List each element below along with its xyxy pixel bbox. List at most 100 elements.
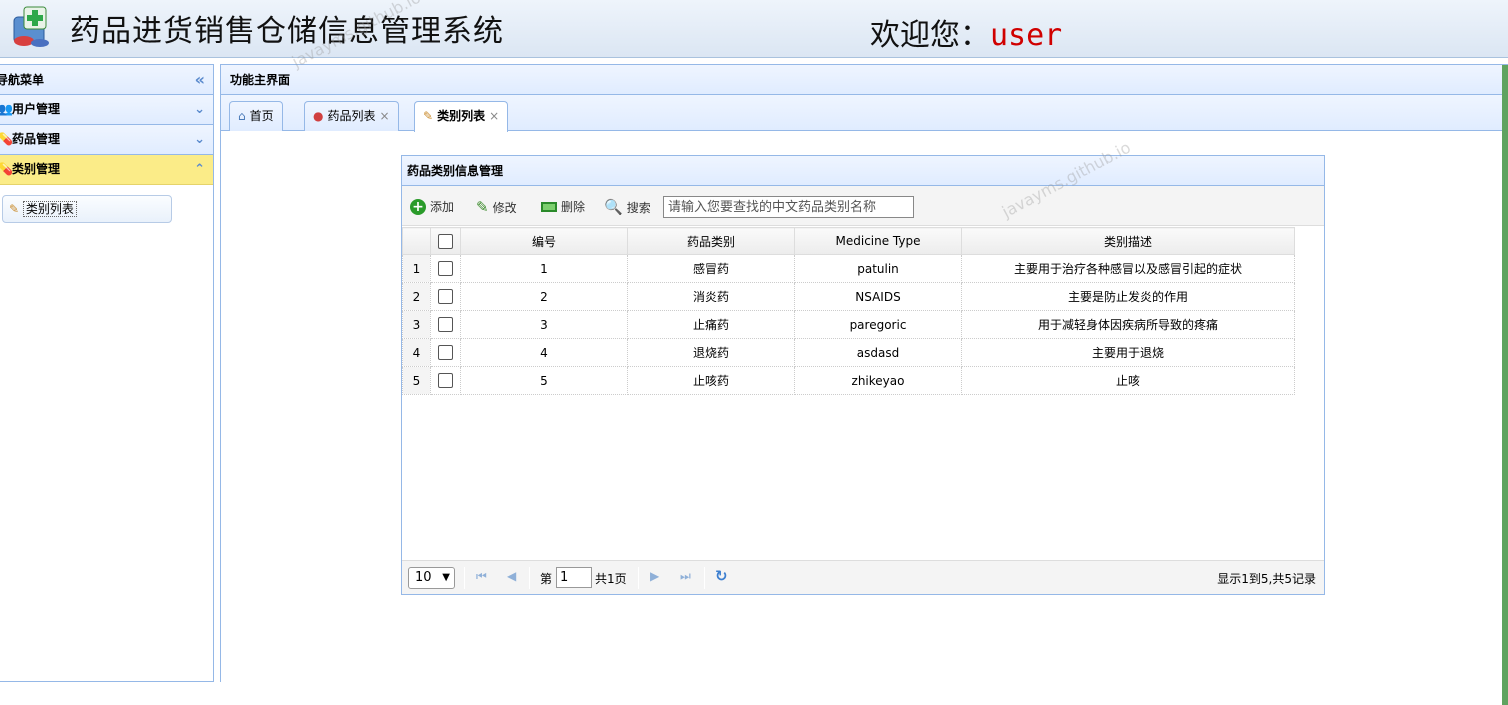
row-checkbox[interactable] bbox=[438, 345, 453, 360]
tab-medicine-list[interactable]: ● 药品列表 × bbox=[304, 101, 399, 131]
row-checkbox-cell bbox=[430, 254, 461, 283]
cell-medicine-type: NSAIDS bbox=[794, 282, 962, 311]
page-size-select[interactable]: 10 ▼ bbox=[408, 567, 455, 589]
column-header-medicine-type[interactable]: Medicine Type bbox=[794, 227, 962, 255]
tab-label: 首页 bbox=[249, 109, 274, 123]
row-checkbox[interactable] bbox=[438, 289, 453, 304]
table-row[interactable]: 1 1 感冒药 patulin 主要用于治疗各种感冒以及感冒引起的症状 bbox=[402, 254, 1295, 283]
next-page-icon[interactable]: ▶ bbox=[650, 569, 659, 583]
tab-home[interactable]: ⌂ 首页 bbox=[229, 101, 283, 131]
main-panel: 功能主界面 ⌂ 首页 ● 药品列表 × ✎ 类别列表 × 药品类别信息管理 + 添加 ✎ 修改… bbox=[220, 64, 1508, 705]
select-all-checkbox[interactable] bbox=[438, 233, 453, 249]
pager-divider bbox=[704, 567, 705, 589]
column-header-id[interactable]: 编号 bbox=[460, 227, 628, 255]
edit-button[interactable]: ✎ 修改 bbox=[476, 196, 517, 218]
nav-item-label: 类别列表 bbox=[22, 201, 77, 217]
prev-page-icon[interactable]: ◀ bbox=[507, 569, 516, 583]
nav-section-users[interactable]: 👥用户管理 ⌄ bbox=[0, 95, 213, 125]
main-panel-title: 功能主界面 bbox=[221, 65, 1508, 95]
pencil-icon: ✎ bbox=[476, 198, 489, 216]
add-button[interactable]: + 添加 bbox=[410, 196, 454, 218]
close-icon[interactable]: × bbox=[380, 109, 390, 123]
grid-title: 药品类别信息管理 bbox=[402, 156, 1324, 186]
close-icon[interactable]: × bbox=[489, 109, 499, 123]
category-datagrid: 药品类别信息管理 + 添加 ✎ 修改 删除 🔍 搜索 请输入您要查找的中文药品类… bbox=[401, 155, 1325, 595]
table-row[interactable]: 4 4 退烧药 asdasd 主要用于退烧 bbox=[402, 338, 1295, 367]
column-header-category[interactable]: 药品类别 bbox=[627, 227, 795, 255]
pager-divider bbox=[638, 567, 639, 589]
pill-icon: 💊 bbox=[0, 132, 13, 146]
expand-chevron-icon[interactable]: ⌄ bbox=[194, 125, 205, 154]
row-checkbox[interactable] bbox=[438, 261, 453, 276]
welcome-label: 欢迎您： bbox=[870, 18, 990, 53]
edit-note-icon: ✎ bbox=[9, 202, 20, 216]
pager-info: 显示1到5,共5记录 bbox=[1217, 572, 1316, 586]
tab-label: 类别列表 bbox=[437, 109, 486, 123]
row-number: 3 bbox=[402, 310, 431, 339]
grid-toolbar: + 添加 ✎ 修改 删除 🔍 搜索 bbox=[402, 186, 1324, 226]
nav-section-label: 类别管理 bbox=[12, 162, 61, 176]
tab-category-list[interactable]: ✎ 类别列表 × bbox=[414, 101, 509, 132]
column-header-description[interactable]: 类别描述 bbox=[961, 227, 1295, 255]
cell-category: 消炎药 bbox=[627, 282, 795, 311]
row-number: 5 bbox=[402, 366, 431, 395]
welcome-text: 欢迎您：user bbox=[870, 10, 1062, 54]
select-all-checkbox-cell bbox=[430, 227, 461, 255]
expand-chevron-icon[interactable]: ⌄ bbox=[194, 95, 205, 124]
cell-id: 4 bbox=[460, 338, 628, 367]
cell-description: 主要是防止发炎的作用 bbox=[961, 282, 1295, 311]
app-header: 药品进货销售仓储信息管理系统 欢迎您：user bbox=[0, 0, 1508, 58]
nav-item-category-list[interactable]: ✎ 类别列表 bbox=[2, 195, 172, 223]
cell-id: 3 bbox=[460, 310, 628, 339]
page-number-input[interactable]: 1 bbox=[556, 567, 592, 588]
scrollbar[interactable] bbox=[1502, 65, 1508, 705]
page-size-value: 10 bbox=[415, 570, 432, 585]
table-row[interactable]: 2 2 消炎药 NSAIDS 主要是防止发炎的作用 bbox=[402, 282, 1295, 311]
medicine-logo-icon bbox=[13, 6, 49, 47]
tab-label: 药品列表 bbox=[327, 109, 376, 123]
add-icon: + bbox=[410, 199, 426, 215]
grid-pager: 10 ▼ ⏮ ◀ 第 1 共1页 ▶ ⏭ ↻ 显示1到5,共5记录 bbox=[402, 560, 1324, 594]
pills-icon: ● bbox=[313, 109, 324, 123]
row-checkbox-cell bbox=[430, 338, 461, 367]
delete-label: 删除 bbox=[561, 200, 586, 214]
pager-divider bbox=[529, 567, 530, 589]
collapse-chevron-icon[interactable]: ⌃ bbox=[194, 155, 205, 184]
cell-description: 主要用于退烧 bbox=[961, 338, 1295, 367]
nav-section-category[interactable]: 💊类别管理 ⌃ bbox=[0, 155, 213, 185]
category-table: 编号 药品类别 Medicine Type 类别描述 1 1 感冒药 patul… bbox=[402, 227, 1295, 395]
nav-panel-header: 导航菜单 « bbox=[0, 65, 213, 95]
nav-section-medicine[interactable]: 💊药品管理 ⌄ bbox=[0, 125, 213, 155]
edit-note-icon: ✎ bbox=[423, 109, 434, 123]
nav-section-label: 用户管理 bbox=[12, 102, 61, 116]
table-row[interactable]: 5 5 止咳药 zhikeyao 止咳 bbox=[402, 366, 1295, 395]
row-number: 2 bbox=[402, 282, 431, 311]
pager-divider bbox=[464, 567, 465, 589]
cell-description: 主要用于治疗各种感冒以及感冒引起的症状 bbox=[961, 254, 1295, 283]
cell-category: 感冒药 bbox=[627, 254, 795, 283]
row-checkbox-cell bbox=[430, 310, 461, 339]
rownum-header bbox=[402, 227, 431, 255]
nav-title: 导航菜单 bbox=[0, 73, 45, 87]
refresh-icon[interactable]: ↻ bbox=[715, 567, 728, 585]
page-total: 共1页 bbox=[595, 572, 627, 586]
first-page-icon[interactable]: ⏮ bbox=[476, 569, 487, 584]
search-input[interactable] bbox=[663, 196, 914, 218]
delete-icon bbox=[541, 202, 557, 212]
nav-section-label: 药品管理 bbox=[12, 132, 61, 146]
cell-description: 用于减轻身体因疾病所导致的疼痛 bbox=[961, 310, 1295, 339]
double-chevron-left-icon[interactable]: « bbox=[195, 65, 205, 94]
row-checkbox[interactable] bbox=[438, 317, 453, 332]
table-row[interactable]: 3 3 止痛药 paregoric 用于减轻身体因疾病所导致的疼痛 bbox=[402, 310, 1295, 339]
table-header-row: 编号 药品类别 Medicine Type 类别描述 bbox=[402, 227, 1295, 255]
last-page-icon[interactable]: ⏭ bbox=[680, 569, 691, 584]
cell-id: 2 bbox=[460, 282, 628, 311]
cell-medicine-type: asdasd bbox=[794, 338, 962, 367]
delete-button[interactable]: 删除 bbox=[541, 196, 585, 218]
app-title: 药品进货销售仓储信息管理系统 bbox=[70, 14, 504, 49]
cell-medicine-type: paregoric bbox=[794, 310, 962, 339]
search-button[interactable]: 🔍 搜索 bbox=[604, 196, 651, 218]
row-checkbox[interactable] bbox=[438, 373, 453, 388]
row-number: 1 bbox=[402, 254, 431, 283]
cell-medicine-type: patulin bbox=[794, 254, 962, 283]
